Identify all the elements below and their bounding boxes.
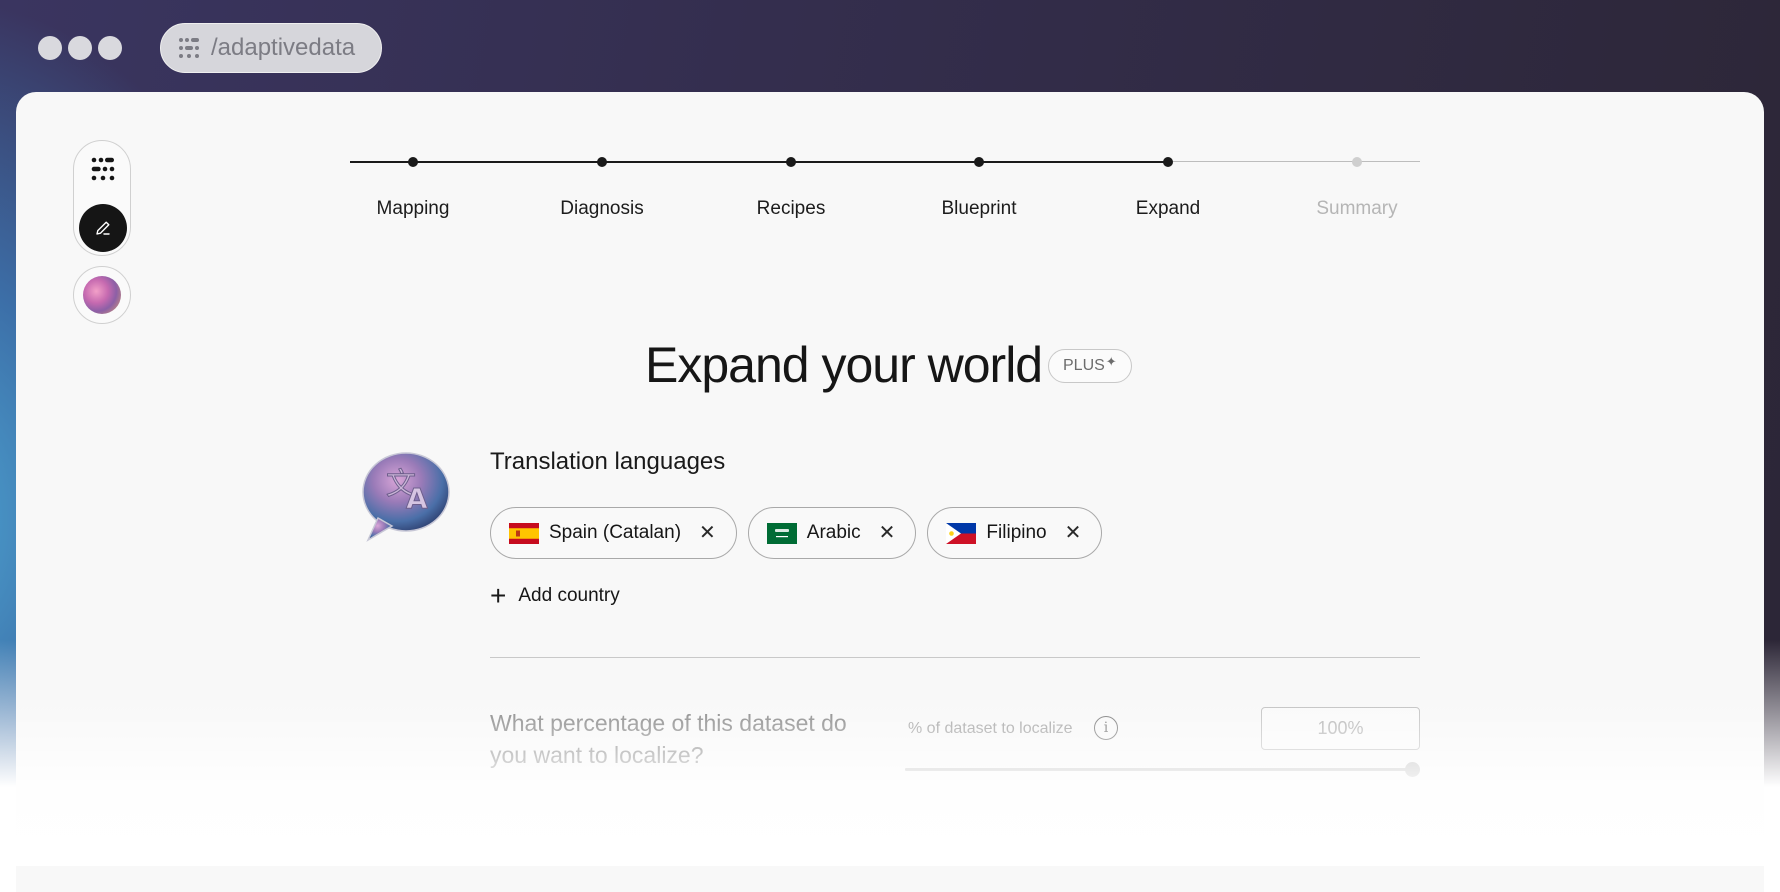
- progress-stepper: Mapping Diagnosis Recipes Blueprint Expa…: [350, 150, 1420, 230]
- language-chip-label: Spain (Catalan): [549, 522, 682, 543]
- localize-question: What percentage of this dataset do you w…: [490, 710, 847, 768]
- pencil-icon: [96, 221, 110, 235]
- language-chip-label: Arabic: [806, 522, 861, 543]
- stepper-remaining-line: [1168, 161, 1420, 162]
- translation-bubble-icon: 文 A: [362, 452, 450, 542]
- localize-slider-track[interactable]: [905, 768, 1411, 771]
- window-controls: [38, 36, 122, 60]
- sidebar-nav: [73, 140, 131, 256]
- language-chip-arabic[interactable]: Arabic ✕: [747, 507, 917, 559]
- info-icon[interactable]: i: [1094, 716, 1118, 740]
- step-label-summary: Summary: [1316, 198, 1398, 219]
- close-window-button[interactable]: [38, 36, 62, 60]
- language-chip-filipino[interactable]: Filipino ✕: [927, 507, 1103, 559]
- sparkle-icon: ✦: [1105, 354, 1117, 369]
- edit-button[interactable]: [79, 204, 127, 252]
- localize-slider-thumb[interactable]: [1405, 762, 1420, 777]
- step-label-expand[interactable]: Expand: [1088, 198, 1248, 220]
- browser-chrome: /adaptivedata: [0, 0, 1780, 92]
- step-label-mapping[interactable]: Mapping: [333, 198, 493, 220]
- language-chip-list: Spain (Catalan) ✕ Arabic ✕ Filipino ✕: [490, 507, 1103, 559]
- app-logo-icon[interactable]: [89, 155, 117, 183]
- svg-text:A: A: [406, 482, 428, 515]
- user-avatar-button[interactable]: [73, 266, 131, 324]
- minimize-window-button[interactable]: [68, 36, 92, 60]
- localize-slider-label: % of dataset to localize: [908, 720, 1073, 737]
- language-chip-spain-catalan[interactable]: Spain (Catalan) ✕: [490, 507, 737, 559]
- step-label-diagnosis[interactable]: Diagnosis: [522, 198, 682, 220]
- saudi-arabia-flag-icon: [766, 522, 797, 544]
- add-country-label: Add country: [518, 585, 620, 606]
- app-logo-icon: [179, 38, 199, 58]
- translation-languages-title: Translation languages: [490, 448, 726, 475]
- step-node-mapping[interactable]: [408, 157, 418, 167]
- spain-flag-icon: [509, 522, 539, 544]
- remove-language-icon[interactable]: ✕: [699, 523, 716, 543]
- plus-badge-label: PLUS: [1063, 357, 1105, 374]
- philippines-flag-icon: [946, 522, 977, 544]
- plus-icon: +: [490, 580, 507, 611]
- step-label-recipes[interactable]: Recipes: [711, 198, 871, 220]
- stepper-progress-line: [350, 161, 1168, 163]
- language-chip-label: Filipino: [986, 522, 1047, 543]
- add-country-button[interactable]: + Add country: [490, 582, 620, 610]
- url-text: /adaptivedata: [211, 34, 356, 61]
- localize-percentage-input[interactable]: [1261, 707, 1420, 750]
- step-node-recipes[interactable]: [786, 157, 796, 167]
- address-bar[interactable]: /adaptivedata: [160, 23, 383, 73]
- step-node-expand[interactable]: [1163, 157, 1173, 167]
- remove-language-icon[interactable]: ✕: [879, 523, 896, 543]
- avatar: [83, 276, 121, 314]
- remove-language-icon[interactable]: ✕: [1065, 523, 1082, 543]
- step-node-summary: [1352, 157, 1362, 167]
- plus-badge: PLUS ✦: [1048, 349, 1132, 383]
- step-node-diagnosis[interactable]: [597, 157, 607, 167]
- localize-slider-fill: [905, 768, 1411, 771]
- maximize-window-button[interactable]: [98, 36, 122, 60]
- section-divider: [490, 657, 1420, 658]
- step-node-blueprint[interactable]: [974, 157, 984, 167]
- page-title: Expand your world: [645, 337, 1043, 393]
- step-label-blueprint[interactable]: Blueprint: [899, 198, 1059, 220]
